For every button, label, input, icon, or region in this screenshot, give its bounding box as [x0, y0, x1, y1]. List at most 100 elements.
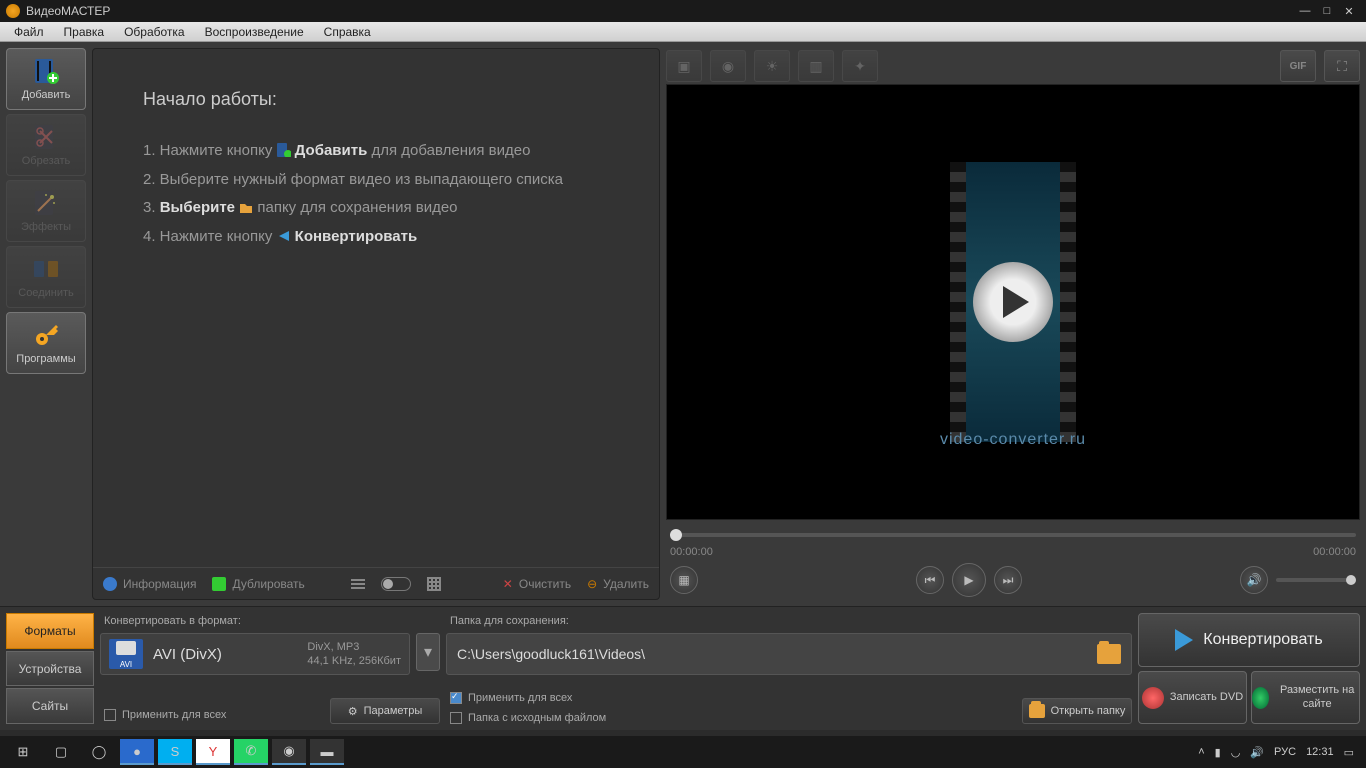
info-button[interactable]: Информация — [103, 577, 196, 591]
preview-watermark: video-converter.ru — [667, 431, 1359, 449]
format-dropdown-icon[interactable]: ▾ — [416, 633, 440, 671]
menu-edit[interactable]: Правка — [54, 25, 115, 39]
info-icon — [103, 577, 117, 591]
delete-button[interactable]: ⊖Удалить — [587, 577, 649, 591]
join-button[interactable]: Соединить — [6, 246, 86, 308]
tab-formats[interactable]: Форматы — [6, 613, 94, 649]
crop-tool-icon[interactable]: ▣ — [666, 50, 702, 82]
minimize-button[interactable]: — — [1294, 5, 1316, 17]
view-toggle[interactable] — [381, 577, 411, 591]
avi-icon: AVI — [109, 639, 143, 669]
format-details: DivX, MP344,1 KHz, 256Кбит — [307, 640, 401, 669]
convert-button[interactable]: Конвертировать — [1138, 613, 1360, 667]
yandex-taskbar-icon[interactable]: Y — [196, 739, 230, 765]
folder-label: Папка для сохранения: — [446, 613, 1132, 633]
add-label: Добавить — [22, 89, 71, 101]
videomaster-taskbar-icon[interactable]: ◉ — [272, 739, 306, 765]
battery-icon[interactable]: ▮ — [1215, 746, 1221, 759]
file-list-panel: Начало работы: 1. Нажмите кнопку Добавит… — [92, 48, 660, 600]
tab-devices[interactable]: Устройства — [6, 651, 94, 687]
play-button[interactable]: ▶ — [952, 563, 986, 597]
wifi-icon[interactable]: ◡ — [1231, 746, 1241, 759]
seek-slider[interactable] — [666, 520, 1360, 544]
sidebar: Добавить Обрезать Эффекты Соединить Прог… — [6, 48, 86, 600]
browser-taskbar-icon[interactable]: ◯ — [82, 739, 116, 765]
tab-sites[interactable]: Сайты — [6, 688, 94, 724]
video-preview[interactable]: video-converter.ru — [666, 84, 1360, 520]
folder-box: Папка для сохранения: C:\Users\goodluck1… — [446, 613, 1132, 724]
volume-slider[interactable] — [1276, 578, 1356, 582]
brightness-tool-icon[interactable]: ☀ — [754, 50, 790, 82]
format-selector[interactable]: AVI AVI (DivX) DivX, MP344,1 KHz, 256Кби… — [100, 633, 410, 675]
clock[interactable]: 12:31 — [1306, 746, 1334, 758]
film-add-inline-icon — [277, 142, 291, 156]
next-button[interactable]: ⏭ — [994, 566, 1022, 594]
snapshot-button[interactable]: ▦ — [670, 566, 698, 594]
effects-label: Эффекты — [21, 221, 71, 233]
list-view-icon[interactable] — [351, 579, 365, 589]
language-indicator[interactable]: РУС — [1274, 746, 1296, 758]
speed-tool-icon[interactable]: ✦ — [842, 50, 878, 82]
film-tool-icon[interactable]: ▥ — [798, 50, 834, 82]
preview-panel: ▣ ◉ ☀ ▥ ✦ GIF ⛶ video-converter.ru 00:00… — [666, 48, 1360, 600]
add-button[interactable]: Добавить — [6, 48, 86, 110]
task-view-button[interactable]: ▢ — [44, 739, 78, 765]
key-icon — [32, 321, 60, 349]
play-overlay-icon — [973, 262, 1053, 342]
title-bar: ВидеоМАСТЕР — □ ✕ — [0, 0, 1366, 22]
folder-source[interactable]: Папка с исходным файлом — [446, 704, 610, 724]
menu-bar: Файл Правка Обработка Воспроизведение Сп… — [0, 22, 1366, 42]
clear-icon: ✕ — [503, 577, 513, 591]
programs-button[interactable]: Программы — [6, 312, 86, 374]
globe-icon — [1252, 687, 1269, 709]
list-toolbar: Информация Дублировать ✕Очистить ⊖Удалит… — [93, 567, 659, 599]
effects-button[interactable]: Эффекты — [6, 180, 86, 242]
action-column: Конвертировать Записать DVD Разместить н… — [1138, 613, 1360, 724]
format-apply-all[interactable]: Применить для всех — [100, 701, 230, 721]
clear-button[interactable]: ✕Очистить — [503, 577, 571, 591]
trim-button[interactable]: Обрезать — [6, 114, 86, 176]
whatsapp-taskbar-icon[interactable]: ✆ — [234, 739, 268, 765]
grid-view-icon[interactable] — [427, 577, 441, 591]
output-path[interactable]: C:\Users\goodluck161\Videos\ — [446, 633, 1132, 675]
parameters-button[interactable]: ⚙Параметры — [330, 698, 440, 724]
menu-process[interactable]: Обработка — [114, 25, 195, 39]
folder-icon — [1029, 704, 1045, 718]
start-button[interactable]: ⊞ — [6, 739, 40, 765]
browse-folder-icon[interactable] — [1097, 644, 1121, 664]
delete-icon: ⊖ — [587, 577, 597, 591]
close-button[interactable]: ✕ — [1338, 5, 1360, 18]
preview-toolbar: ▣ ◉ ☀ ▥ ✦ GIF ⛶ — [666, 48, 1360, 84]
checkbox-icon — [450, 712, 462, 724]
folder-apply-all[interactable]: Применить для всех — [446, 684, 610, 704]
notifications-icon[interactable]: ▭ — [1344, 746, 1354, 759]
system-tray: ˄ ▮ ◡ 🔊 РУС 12:31 ▭ — [1198, 746, 1360, 759]
format-name: AVI (DivX) — [153, 646, 297, 663]
sound-icon[interactable]: 🔊 — [1250, 746, 1264, 759]
volume-button[interactable]: 🔊 — [1240, 566, 1268, 594]
taskbar: ⊞ ▢ ◯ ● S Y ✆ ◉ ▬ ˄ ▮ ◡ 🔊 РУС 12:31 ▭ — [0, 736, 1366, 768]
open-folder-button[interactable]: Открыть папку — [1022, 698, 1132, 724]
duplicate-button[interactable]: Дублировать — [212, 577, 304, 591]
join-label: Соединить — [18, 287, 74, 299]
prev-button[interactable]: ⏮ — [916, 566, 944, 594]
welcome-title: Начало работы: — [143, 89, 609, 110]
snapshot-tool-icon[interactable]: ◉ — [710, 50, 746, 82]
burn-dvd-button[interactable]: Записать DVD — [1138, 671, 1247, 724]
explorer-taskbar-icon[interactable]: ▬ — [310, 739, 344, 765]
cortana-taskbar-icon[interactable]: ● — [120, 739, 154, 765]
gif-button[interactable]: GIF — [1280, 50, 1316, 82]
skype-taskbar-icon[interactable]: S — [158, 739, 192, 765]
publish-button[interactable]: Разместить на сайте — [1251, 671, 1360, 724]
maximize-button[interactable]: □ — [1316, 5, 1338, 17]
menu-playback[interactable]: Воспроизведение — [195, 25, 314, 39]
join-icon — [32, 255, 60, 283]
menu-file[interactable]: Файл — [4, 25, 54, 39]
fullscreen-button[interactable]: ⛶ — [1324, 50, 1360, 82]
menu-help[interactable]: Справка — [314, 25, 381, 39]
tray-chevron-icon[interactable]: ˄ — [1198, 746, 1204, 758]
time-total: 00:00:00 — [1313, 546, 1356, 558]
checkbox-icon — [104, 709, 116, 721]
playback-controls: ▦ ⏮ ▶ ⏭ 🔊 — [666, 560, 1360, 600]
dvd-icon — [1142, 687, 1164, 709]
